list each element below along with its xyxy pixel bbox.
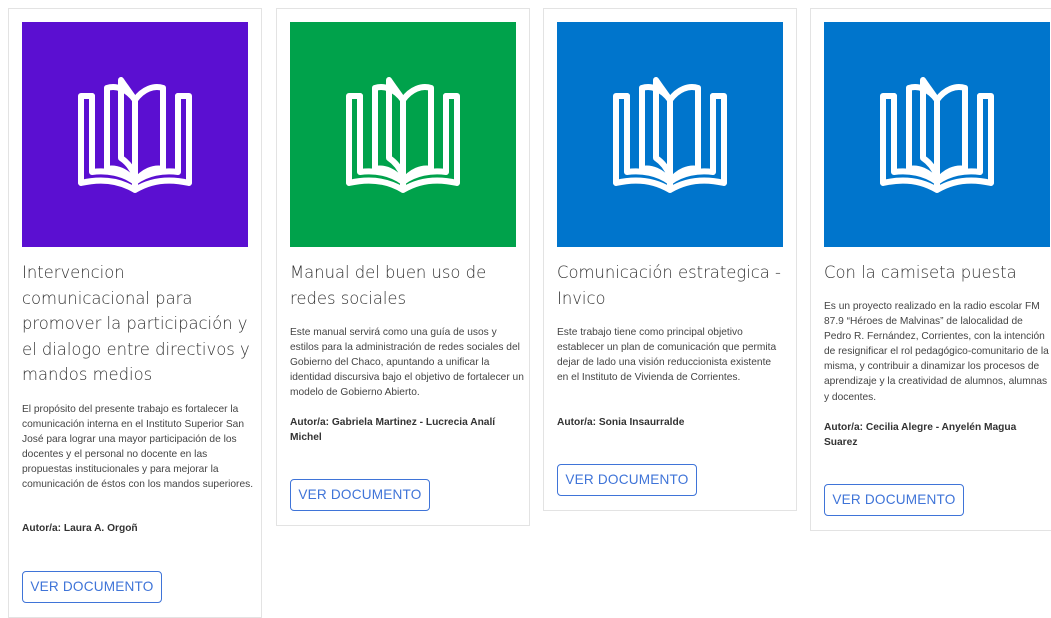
view-document-button[interactable]: VER DOCUMENTO [290,479,430,511]
view-document-button[interactable]: VER DOCUMENTO [557,464,697,496]
card-thumbnail[interactable] [557,22,783,247]
document-card: Intervencion comunicacional para promove… [8,8,262,618]
card-description: Es un proyecto realizado en la radio esc… [824,301,1049,403]
view-document-button[interactable]: VER DOCUMENTO [22,571,162,603]
card-title: Comunicación estrategica - Invico [557,263,781,308]
open-book-icon [346,76,460,193]
card-author: Autor/a: Gabriela Martinez - Lucrecia An… [290,417,496,444]
card-description: El propósito del presente trabajo es for… [22,404,254,491]
document-card: Comunicación estrategica - Invico Este t… [543,8,797,511]
view-document-button[interactable]: VER DOCUMENTO [824,484,964,516]
document-card: Manual del buen uso de redes sociales Es… [276,8,530,526]
card-author: Autor/a: Sonia Insaurralde [557,417,685,428]
card-description: Este manual servirá como una guía de uso… [290,327,524,399]
card-title: Con la camiseta puesta [824,263,1017,282]
open-book-icon [880,76,994,193]
document-card: Con la camiseta puesta Es un proyecto re… [810,8,1051,531]
open-book-icon [78,76,192,193]
card-thumbnail[interactable] [22,22,248,247]
open-book-icon [613,76,727,193]
card-description: Este trabajo tiene como principal objeti… [557,327,777,384]
card-thumbnail[interactable] [824,22,1050,247]
card-title: Intervencion comunicacional para promove… [22,263,250,384]
card-author: Autor/a: Cecilia Alegre - Anyelén Magua … [824,422,1017,449]
card-thumbnail[interactable] [290,22,516,247]
card-title: Manual del buen uso de redes sociales [290,263,487,308]
card-author: Autor/a: Laura A. Orgoñ [22,523,138,534]
